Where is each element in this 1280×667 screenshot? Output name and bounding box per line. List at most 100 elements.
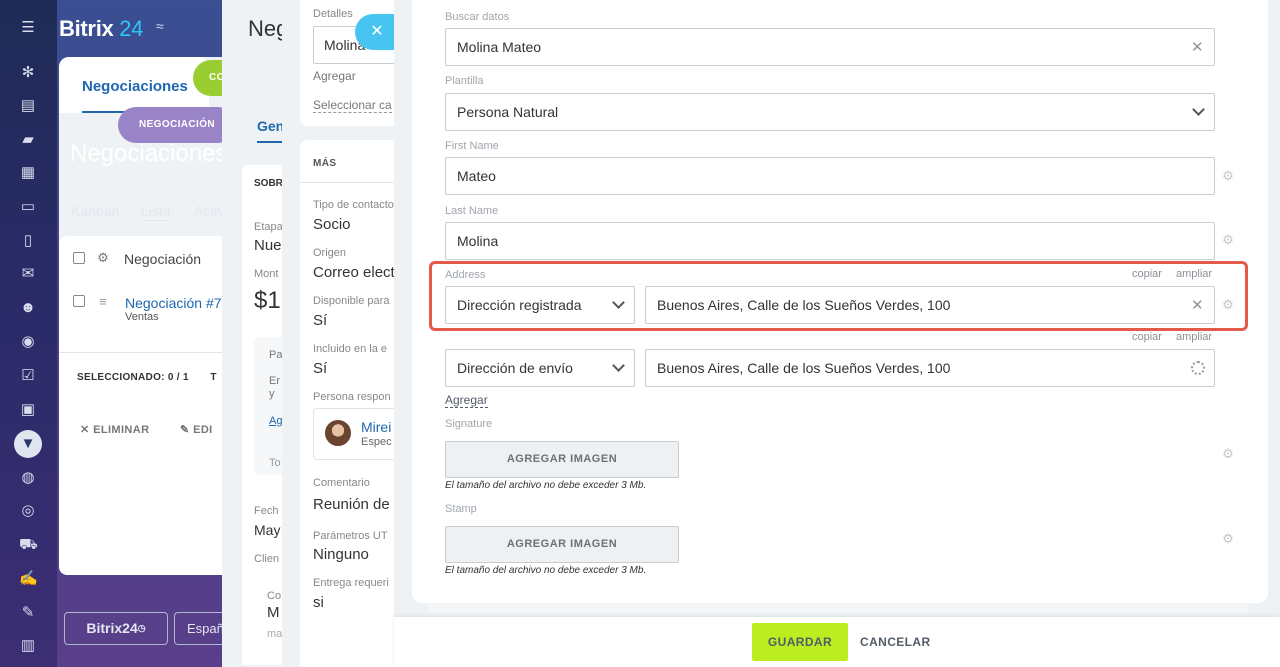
add-signature-button[interactable]: AGREGAR IMAGEN (445, 441, 679, 478)
tab-activities[interactable]: Activ (194, 203, 224, 219)
page-title: Negociaciones (70, 140, 228, 167)
field-value[interactable]: May (254, 522, 280, 538)
tab-general[interactable]: Gen (257, 118, 285, 143)
chevron-down-icon[interactable] (613, 361, 623, 371)
field-value[interactable]: Correo elect (313, 264, 395, 281)
section-more: MÁS (313, 158, 337, 169)
logo-brand: Bitrix (59, 16, 114, 41)
field-label: Fech (254, 505, 279, 517)
field-value[interactable]: $1 (254, 287, 281, 315)
news-icon[interactable]: ▤ (19, 97, 37, 115)
goal-icon[interactable]: ◎ (19, 502, 37, 520)
field-label: Persona respon (313, 391, 391, 403)
cart-icon[interactable]: ⛟ (19, 536, 38, 554)
address-input[interactable]: Buenos Aires, Calle de los Sueños Verdes… (645, 286, 1215, 324)
client-text: ma (267, 628, 283, 640)
contact-card-icon[interactable]: ▣ (19, 401, 37, 419)
gear-icon[interactable]: ⚙ (1222, 298, 1234, 311)
cancel-button[interactable]: CANCELAR (860, 623, 931, 661)
signature-hint: El tamaño del archivo no debe exceder 3 … (445, 480, 647, 491)
field-value[interactable]: si (313, 594, 324, 611)
expand-link[interactable]: ampliar (1176, 268, 1212, 280)
gear-icon[interactable]: ⚙ (1222, 447, 1234, 460)
inner-link[interactable]: Ag (269, 415, 282, 427)
bitrix24-footer-button[interactable]: Bitrix24◷ (64, 612, 168, 645)
responsible-role: Espec (361, 436, 392, 448)
first-name-label: First Name (445, 140, 499, 152)
field-value[interactable]: Sí (313, 312, 327, 329)
robot-icon[interactable]: ◍ (19, 469, 37, 487)
avatar[interactable] (323, 418, 353, 448)
field-value[interactable]: Nue (254, 237, 282, 254)
field-value[interactable]: Sí (313, 360, 327, 377)
crm-funnel-icon[interactable]: ▼ (14, 430, 42, 458)
field-value[interactable]: Socio (313, 216, 351, 233)
target-icon[interactable]: ◉ (19, 333, 37, 351)
details-label: Detalles (313, 8, 353, 20)
search-data-label: Buscar datos (445, 11, 510, 23)
footer-brand: Bitrix24 (86, 620, 138, 636)
add-link[interactable]: Agregar (313, 69, 356, 83)
group-icon[interactable]: ☻ (19, 299, 37, 317)
section-divider (300, 182, 398, 183)
close-slider-button[interactable]: ✕ (355, 14, 395, 50)
expand-link[interactable]: ampliar (1176, 331, 1212, 343)
save-button[interactable]: GUARDAR (752, 623, 848, 661)
deal-link[interactable]: Negociación #7 (125, 295, 222, 311)
gear-icon[interactable]: ⚙ (1222, 169, 1234, 182)
chat-icon[interactable]: ▰ (19, 131, 37, 149)
address-input[interactable]: Buenos Aires, Calle de los Sueños Verdes… (645, 349, 1215, 387)
first-name-input[interactable]: Mateo (445, 157, 1215, 195)
deal-pill[interactable]: NEGOCIACIÓN (118, 107, 236, 143)
tab-lista[interactable]: Lista (141, 203, 171, 219)
analytics-icon[interactable]: ▥ (19, 637, 37, 655)
docs-icon[interactable]: ▯ (19, 232, 37, 250)
tab-negociaciones[interactable]: Negociaciones (59, 57, 209, 113)
clear-address-icon[interactable]: ✕ (1191, 296, 1204, 314)
column-header-deal[interactable]: Negociación (124, 251, 201, 267)
add-address-link[interactable]: Agregar (445, 393, 488, 408)
clear-search-icon[interactable]: ✕ (1191, 38, 1204, 56)
menu-icon[interactable]: ☰ (19, 19, 37, 37)
calendar-icon[interactable]: ▦ (19, 164, 37, 182)
doc-edit-icon[interactable]: ✎ (19, 604, 37, 622)
drive-icon[interactable]: ▭ (19, 198, 37, 216)
gear-icon[interactable]: ⚙ (1222, 532, 1234, 545)
settings-icon[interactable]: ✻ (19, 64, 37, 82)
bitrix-logo[interactable]: Bitrix 24 (59, 16, 143, 42)
template-select[interactable]: Persona Natural (445, 93, 1215, 131)
close-icon: ✕ (370, 23, 384, 40)
selected-total-text: T (210, 372, 217, 383)
select-link[interactable]: Seleccionar ca (313, 98, 392, 113)
last-name-label: Last Name (445, 205, 499, 217)
inner-text: Er (269, 375, 280, 387)
logo-toggle-icon[interactable]: ≈ (156, 18, 164, 34)
address-type-select[interactable]: Dirección registrada (445, 286, 635, 324)
row-checkbox[interactable] (73, 295, 85, 307)
copy-link[interactable]: copiar (1132, 268, 1162, 280)
last-name-input[interactable]: Molina (445, 222, 1215, 260)
select-all-checkbox[interactable] (73, 252, 85, 264)
client-text[interactable]: M (267, 604, 280, 621)
delete-button[interactable]: ✕ ELIMINAR (80, 423, 149, 436)
row-menu-icon[interactable]: ≡ (97, 295, 109, 308)
gear-icon[interactable]: ⚙ (1222, 233, 1234, 246)
chevron-down-icon[interactable] (1193, 105, 1203, 115)
mail-icon[interactable]: ✉ (19, 265, 37, 283)
field-value[interactable]: Reunión de s (313, 496, 401, 513)
address-type-select[interactable]: Dirección de envío (445, 349, 635, 387)
copy-link[interactable]: copiar (1132, 331, 1162, 343)
add-stamp-button[interactable]: AGREGAR IMAGEN (445, 526, 679, 563)
field-label: Parámetros UT (313, 530, 388, 542)
list-settings-icon[interactable]: ⚙ (97, 251, 109, 264)
search-data-input[interactable]: Molina Mateo (445, 28, 1215, 66)
responsible-name[interactable]: Mirei (361, 419, 391, 435)
field-value[interactable]: Ninguno (313, 546, 369, 563)
signature-icon[interactable]: ✍ (19, 570, 38, 588)
chevron-down-icon[interactable] (613, 298, 623, 308)
selected-count-text: SELECCIONADO: 0 / 1 (77, 372, 189, 383)
tasks-icon[interactable]: ☑ (19, 367, 37, 385)
edit-button[interactable]: ✎ EDI (180, 423, 213, 436)
close-icon: ✕ (80, 424, 90, 436)
tab-kanban[interactable]: Kanban (71, 203, 119, 219)
